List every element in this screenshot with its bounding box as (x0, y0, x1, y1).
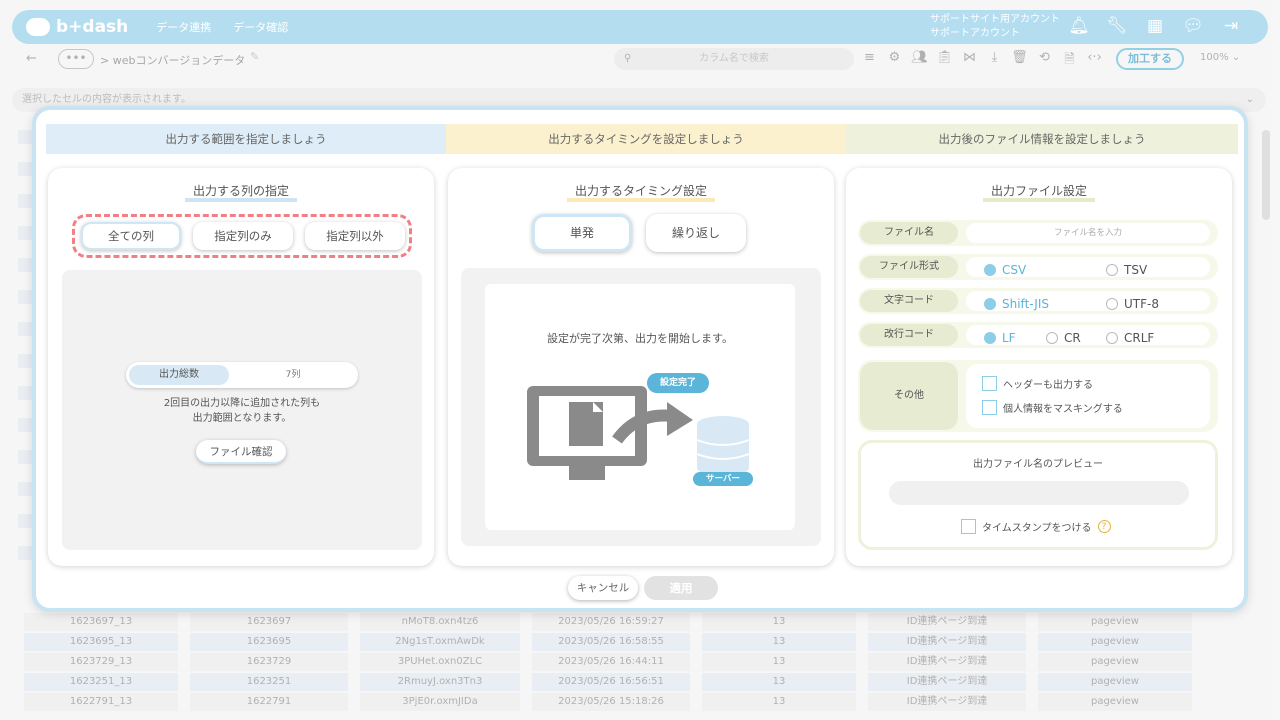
encoding-label: 文字コード (860, 290, 958, 312)
column-option-group: 全ての列 指定列のみ 指定列以外 (72, 214, 412, 258)
column-summary-area: 出力総数 7列 2回目の出力以降に追加された列も 出力範囲となります。 ファイル… (62, 270, 422, 550)
output-settings-modal: 出力する範囲を指定しましょう 出力するタイミングを設定しましょう 出力後のファイ… (32, 106, 1248, 612)
timing-panel-title: 出力するタイミング設定 (566, 184, 715, 202)
total-count: 出力総数 7列 (126, 362, 358, 388)
newline-lf-label: LF (1002, 331, 1016, 345)
repeat-button[interactable]: 繰り返し (646, 214, 746, 252)
newline-cr-radio[interactable]: CR (1046, 328, 1081, 348)
encoding-sjis-label: Shift-JIS (1002, 297, 1049, 311)
other-row: その他 ヘッダーも出力する 個人情報をマスキングする (858, 360, 1218, 432)
encoding-sjis-radio[interactable]: Shift-JIS (984, 294, 1049, 314)
other-options: ヘッダーも出力する 個人情報をマスキングする (966, 364, 1210, 428)
column-note-line2: 出力範囲となります。 (192, 413, 292, 424)
newline-crlf-label: CRLF (1124, 331, 1155, 345)
mask-pii-label: 個人情報をマスキングする (1003, 404, 1123, 415)
step-file: 出力後のファイル情報を設定しましょう (846, 124, 1238, 154)
encoding-options: Shift-JIS UTF-8 (966, 291, 1210, 311)
encoding-row: 文字コード Shift-JIS UTF-8 (858, 288, 1218, 314)
selected-columns-button[interactable]: 指定列のみ (193, 222, 293, 250)
column-settings-panel: 出力する列の指定 全ての列 指定列のみ 指定列以外 出力総数 7列 2回目の出力… (48, 168, 434, 566)
column-note: 2回目の出力以降に追加された列も 出力範囲となります。 (62, 396, 422, 426)
format-row: ファイル形式 CSV TSV (858, 254, 1218, 280)
help-icon[interactable]: ? (1097, 520, 1111, 533)
filename-label: ファイル名 (860, 222, 958, 244)
encoding-utf8-label: UTF-8 (1124, 297, 1159, 311)
server-tag: サーバー (693, 472, 753, 486)
all-columns-button[interactable]: 全ての列 (81, 222, 181, 250)
panel-title: 出力するタイミング設定 (448, 184, 834, 202)
filename-input[interactable]: ファイル名を入力 (966, 223, 1210, 243)
other-label: その他 (860, 362, 958, 430)
timestamp-checkbox[interactable]: タイムスタンプをつける? (961, 519, 1111, 534)
format-tsv-label: TSV (1124, 263, 1148, 277)
header-output-label: ヘッダーも出力する (1003, 380, 1093, 391)
once-button[interactable]: 単発 (532, 214, 632, 252)
column-panel-title: 出力する列の指定 (184, 184, 297, 202)
format-csv-label: CSV (1002, 263, 1027, 277)
format-csv-radio[interactable]: CSV (984, 260, 1026, 280)
except-columns-button[interactable]: 指定列以外 (305, 222, 405, 250)
encoding-utf8-radio[interactable]: UTF-8 (1106, 294, 1159, 314)
format-label: ファイル形式 (860, 256, 958, 278)
format-tsv-radio[interactable]: TSV (1106, 260, 1147, 280)
file-check-button[interactable]: ファイル確認 (196, 440, 286, 464)
timing-message: 設定が完了次第、出力を開始します。 (547, 332, 733, 345)
newline-crlf-radio[interactable]: CRLF (1106, 328, 1154, 348)
step-arrow (1220, 124, 1238, 154)
step-timing: 出力するタイミングを設定しましょう (446, 124, 846, 154)
timing-settings-panel: 出力するタイミング設定 単発 繰り返し 設定が完了次第、出力を開始します。 設定… (448, 168, 834, 566)
newline-lf-radio[interactable]: LF (984, 328, 1016, 348)
newline-options: LF CR CRLF (966, 325, 1210, 345)
timing-info-area: 設定が完了次第、出力を開始します。 設定完了 サーバー (461, 268, 821, 546)
step-range: 出力する範囲を指定しましょう (46, 124, 446, 154)
column-note-line1: 2回目の出力以降に追加された列も (163, 398, 321, 409)
timing-info-card: 設定が完了次第、出力を開始します。 設定完了 サーバー (485, 284, 795, 530)
file-settings-panel: 出力ファイル設定 ファイル名 ファイル名を入力 ファイル形式 CSV TSV 文… (846, 168, 1232, 566)
total-count-label: 出力総数 (129, 365, 229, 385)
format-options: CSV TSV (966, 257, 1210, 277)
cancel-button[interactable]: キャンセル (568, 576, 638, 600)
done-tag: 設定完了 (647, 373, 709, 393)
preview-bar (889, 481, 1189, 505)
filename-row: ファイル名 ファイル名を入力 (858, 220, 1218, 246)
header-output-checkbox[interactable]: ヘッダーも出力する (982, 376, 1093, 391)
mask-pii-checkbox[interactable]: 個人情報をマスキングする (982, 400, 1123, 415)
panel-title: 出力する列の指定 (48, 184, 434, 202)
filename-preview: 出力ファイル名のプレビュー タイムスタンプをつける? (858, 440, 1218, 550)
total-count-value: 7列 (285, 370, 301, 380)
panel-title: 出力ファイル設定 (846, 184, 1232, 202)
timestamp-label: タイムスタンプをつける (982, 523, 1092, 534)
file-panel-title: 出力ファイル設定 (982, 184, 1095, 202)
newline-label: 改行コード (860, 324, 958, 346)
newline-cr-label: CR (1064, 331, 1081, 345)
newline-row: 改行コード LF CR CRLF (858, 322, 1218, 348)
apply-button[interactable]: 適用 (644, 576, 718, 600)
preview-label: 出力ファイル名のプレビュー (973, 459, 1103, 470)
